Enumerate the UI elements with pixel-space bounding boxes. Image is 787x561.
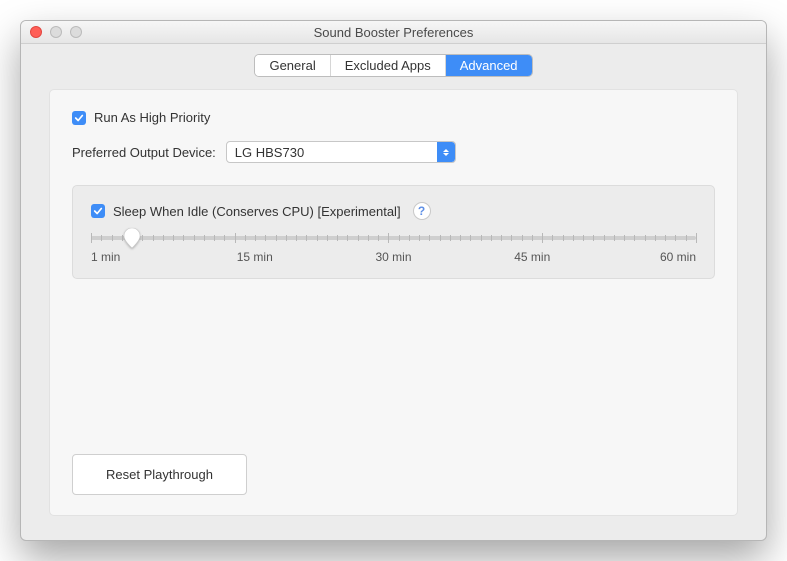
checkmark-icon (93, 206, 103, 216)
slider-ticks (91, 233, 696, 243)
reset-playthrough-button[interactable]: Reset Playthrough (72, 454, 247, 495)
sleep-slider[interactable]: 1 min 15 min 30 min 45 min 60 min (91, 236, 696, 264)
minimize-icon[interactable] (50, 26, 62, 38)
tab-general[interactable]: General (255, 55, 330, 76)
output-device-row: Preferred Output Device: LG HBS730 (72, 141, 715, 163)
titlebar: Sound Booster Preferences (21, 21, 766, 44)
checkmark-icon (74, 113, 84, 123)
output-device-label: Preferred Output Device: (72, 145, 216, 160)
slider-labels: 1 min 15 min 30 min 45 min 60 min (91, 250, 696, 264)
tick-label: 1 min (91, 250, 141, 264)
sleep-box: Sleep When Idle (Conserves CPU) [Experim… (72, 185, 715, 279)
output-device-select[interactable]: LG HBS730 (226, 141, 456, 163)
chevron-updown-icon (437, 142, 455, 162)
tab-bar: General Excluded Apps Advanced (21, 44, 766, 89)
tab-advanced[interactable]: Advanced (446, 55, 532, 76)
sleep-label: Sleep When Idle (Conserves CPU) [Experim… (113, 204, 401, 219)
tick-label: 45 min (507, 250, 557, 264)
output-device-value: LG HBS730 (235, 145, 304, 160)
traffic-lights (21, 26, 82, 38)
high-priority-checkbox[interactable] (72, 111, 86, 125)
close-icon[interactable] (30, 26, 42, 38)
sleep-checkbox[interactable] (91, 204, 105, 218)
sleep-header: Sleep When Idle (Conserves CPU) [Experim… (91, 202, 696, 220)
maximize-icon[interactable] (70, 26, 82, 38)
tab-segment: General Excluded Apps Advanced (254, 54, 532, 77)
tick-label: 60 min (646, 250, 696, 264)
high-priority-row: Run As High Priority (72, 110, 715, 125)
preferences-window: Sound Booster Preferences General Exclud… (20, 20, 767, 541)
slider-track (91, 236, 696, 240)
advanced-panel: Run As High Priority Preferred Output De… (49, 89, 738, 516)
high-priority-label: Run As High Priority (94, 110, 210, 125)
help-icon[interactable]: ? (413, 202, 431, 220)
tab-excluded-apps[interactable]: Excluded Apps (331, 55, 446, 76)
tick-label: 30 min (369, 250, 419, 264)
window-title: Sound Booster Preferences (21, 25, 766, 40)
tick-label: 15 min (230, 250, 280, 264)
